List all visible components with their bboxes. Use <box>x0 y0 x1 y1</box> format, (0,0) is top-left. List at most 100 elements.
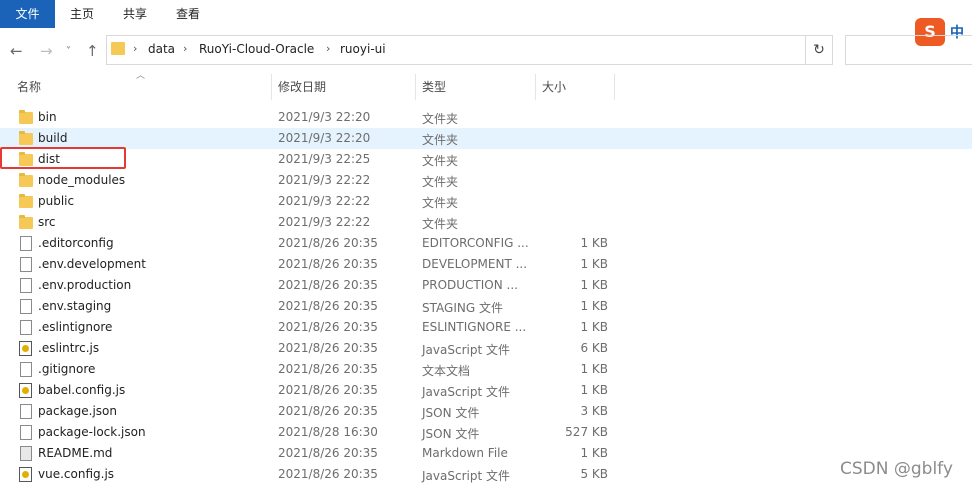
file-date: 2021/8/26 20:35 <box>278 383 378 397</box>
folder-icon <box>19 194 33 208</box>
file-size: 1 KB <box>580 383 608 397</box>
script-file-icon <box>19 341 32 356</box>
column-header-date[interactable]: 修改日期 <box>278 78 326 100</box>
file-row[interactable]: babel.config.js 2021/8/26 20:35 JavaScript… <box>0 380 972 401</box>
file-name[interactable]: .env.development <box>38 257 146 271</box>
file-row[interactable]: .env.staging 2021/8/26 20:35 STAGING 文件 1 K… <box>0 296 972 317</box>
file-date: 2021/8/26 20:35 <box>278 257 378 271</box>
file-name[interactable]: src <box>38 215 56 229</box>
file-size: 6 KB <box>580 341 608 355</box>
file-type: JavaScript 文件 <box>422 469 510 483</box>
file-size: 1 KB <box>580 362 608 376</box>
file-size: 527 KB <box>565 425 608 439</box>
column-divider[interactable] <box>271 74 272 100</box>
file-name[interactable]: vue.config.js <box>38 467 114 481</box>
folder-icon <box>19 131 33 145</box>
file-row[interactable]: node_modules 2021/9/3 22:22 文件夹 <box>0 170 972 191</box>
file-name[interactable]: public <box>38 194 74 208</box>
file-icon <box>20 425 32 440</box>
file-type: 文件夹 <box>422 133 459 147</box>
file-row[interactable]: vue.config.js 2021/8/26 20:35 JavaScript 文… <box>0 464 972 485</box>
file-name[interactable]: node_modules <box>38 173 125 187</box>
file-type: JSON 文件 <box>422 406 480 420</box>
file-list: bin 2021/9/3 22:20 文件夹 build 2021/9/3 22:20 文… <box>0 107 972 485</box>
file-date: 2021/8/28 16:30 <box>278 425 378 439</box>
file-size: 1 KB <box>580 257 608 271</box>
column-divider[interactable] <box>535 74 536 100</box>
file-type: PRODUCTION ... <box>422 278 518 292</box>
column-header-name[interactable]: 名称 <box>17 78 41 100</box>
tab-file[interactable]: 文件 <box>0 0 55 28</box>
breadcrumb-ruoyi-cloud-oracle[interactable]: RuoYi-Cloud-Oracle <box>199 42 314 56</box>
file-name[interactable]: bin <box>38 110 57 124</box>
search-input[interactable] <box>845 35 972 65</box>
breadcrumb-separator[interactable]: › <box>326 42 330 55</box>
file-row[interactable]: public 2021/9/3 22:22 文件夹 <box>0 191 972 212</box>
file-name[interactable]: babel.config.js <box>38 383 125 397</box>
file-date: 2021/8/26 20:35 <box>278 404 378 418</box>
file-type: 文本文档 <box>422 364 471 378</box>
up-arrow-icon[interactable]: ↑ <box>86 42 99 60</box>
recent-locations-chevron-icon[interactable]: ˅ <box>66 46 71 57</box>
file-date: 2021/9/3 22:25 <box>278 152 371 166</box>
file-date: 2021/8/26 20:35 <box>278 236 378 250</box>
file-date: 2021/9/3 22:22 <box>278 194 371 208</box>
address-folder-icon <box>111 42 125 55</box>
column-divider[interactable] <box>614 74 615 100</box>
file-date: 2021/9/3 22:20 <box>278 131 371 145</box>
breadcrumb-data[interactable]: data <box>148 42 175 56</box>
file-name[interactable]: .env.production <box>38 278 131 292</box>
file-row[interactable]: src 2021/9/3 22:22 文件夹 <box>0 212 972 233</box>
file-name[interactable]: package-lock.json <box>38 425 146 439</box>
file-row[interactable]: build 2021/9/3 22:20 文件夹 <box>0 128 972 149</box>
file-name[interactable]: .eslintrc.js <box>38 341 99 355</box>
back-arrow-icon[interactable]: ← <box>10 42 23 60</box>
file-type: JSON 文件 <box>422 427 480 441</box>
file-row[interactable]: .eslintrc.js 2021/8/26 20:35 JavaScript 文件… <box>0 338 972 359</box>
script-file-icon <box>19 467 32 482</box>
file-icon <box>20 236 32 251</box>
breadcrumb-separator[interactable]: › <box>133 42 137 55</box>
breadcrumb-ruoyi-ui[interactable]: ruoyi-ui <box>340 42 386 56</box>
file-row[interactable]: .gitignore 2021/8/26 20:35 文本文档 1 KB <box>0 359 972 380</box>
file-date: 2021/8/26 20:35 <box>278 278 378 292</box>
file-row[interactable]: package-lock.json 2021/8/28 16:30 JSON 文件 5… <box>0 422 972 443</box>
file-row[interactable]: .env.production 2021/8/26 20:35 PRODUCTION… <box>0 275 972 296</box>
tab-home[interactable]: 主页 <box>70 0 94 28</box>
file-name[interactable]: .gitignore <box>38 362 95 376</box>
file-row[interactable]: dist 2021/9/3 22:25 文件夹 <box>0 149 972 170</box>
tab-view[interactable]: 查看 <box>176 0 200 28</box>
file-name[interactable]: build <box>38 131 68 145</box>
refresh-icon[interactable]: ↻ <box>806 35 833 65</box>
file-row[interactable]: package.json 2021/8/26 20:35 JSON 文件 3 KB <box>0 401 972 422</box>
file-date: 2021/9/3 22:20 <box>278 110 371 124</box>
file-name[interactable]: .editorconfig <box>38 236 114 250</box>
file-row[interactable]: README.md 2021/8/26 20:35 Markdown File 1 K… <box>0 443 972 464</box>
file-date: 2021/9/3 22:22 <box>278 173 371 187</box>
file-size: 1 KB <box>580 320 608 334</box>
folder-icon <box>19 110 33 124</box>
file-name[interactable]: .env.staging <box>38 299 111 313</box>
file-name[interactable]: .eslintignore <box>38 320 112 334</box>
column-header-size[interactable]: 大小 <box>542 78 566 100</box>
file-row[interactable]: bin 2021/9/3 22:20 文件夹 <box>0 107 972 128</box>
file-name[interactable]: README.md <box>38 446 112 460</box>
file-icon <box>20 362 32 377</box>
file-row[interactable]: .eslintignore 2021/8/26 20:35 ESLINTIGNORE… <box>0 317 972 338</box>
forward-arrow-icon[interactable]: → <box>40 42 53 60</box>
file-type: STAGING 文件 <box>422 301 503 315</box>
file-row[interactable]: .editorconfig 2021/8/26 20:35 EDITORCONFIG… <box>0 233 972 254</box>
file-type: DEVELOPMENT ... <box>422 257 528 271</box>
file-row[interactable]: .env.development 2021/8/26 20:35 DEVELOPME… <box>0 254 972 275</box>
file-name[interactable]: package.json <box>38 404 117 418</box>
file-size: 1 KB <box>580 236 608 250</box>
file-icon <box>20 278 32 293</box>
column-header-type[interactable]: 类型 <box>422 78 446 100</box>
file-type: ESLINTIGNORE ... <box>422 320 527 334</box>
file-type: 文件夹 <box>422 112 459 126</box>
sort-ascending-icon: ︿ <box>136 71 146 81</box>
breadcrumb-separator[interactable]: › <box>183 42 187 55</box>
column-divider[interactable] <box>415 74 416 100</box>
tab-share[interactable]: 共享 <box>123 0 147 28</box>
file-date: 2021/8/26 20:35 <box>278 320 378 334</box>
